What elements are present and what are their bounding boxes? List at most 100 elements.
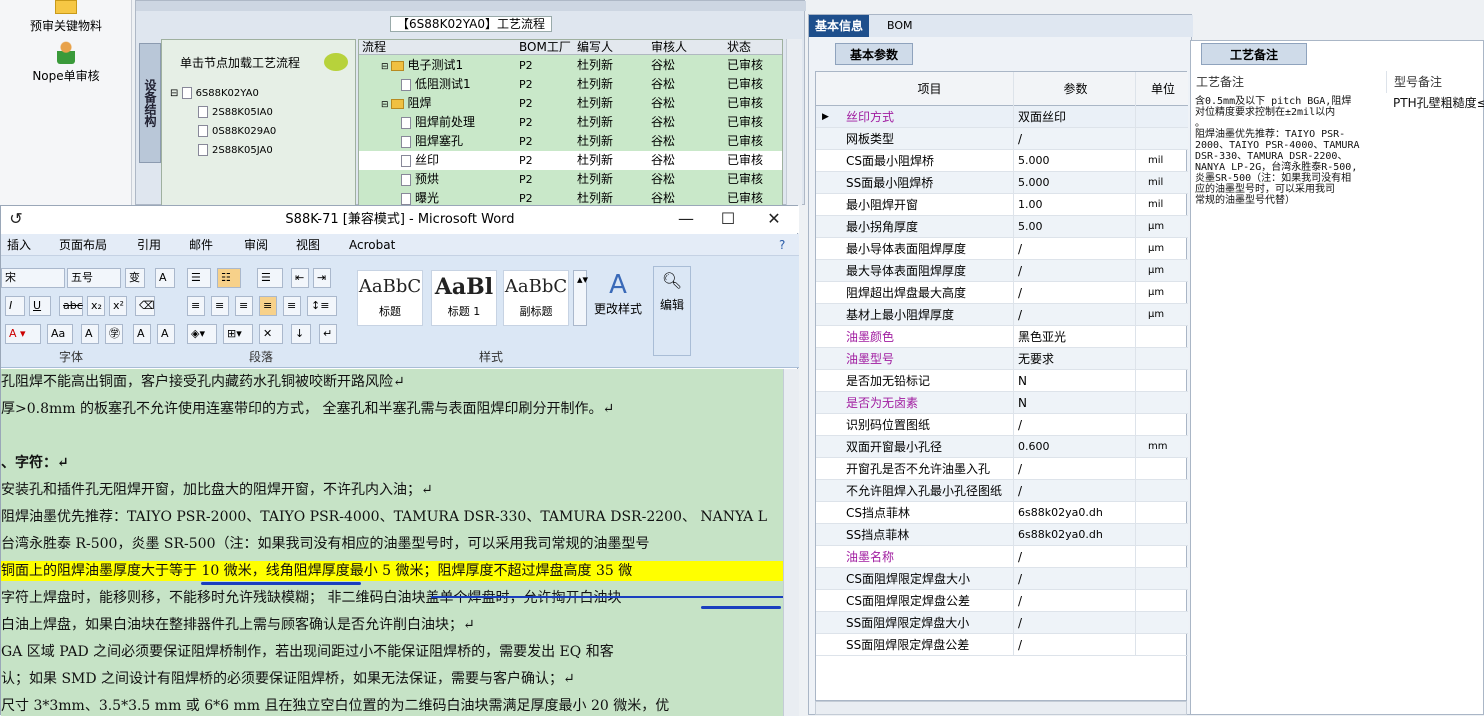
- font-name-select[interactable]: 宋: [1, 268, 65, 288]
- param-value[interactable]: 5.000: [1016, 150, 1136, 172]
- doc-paragraph[interactable]: 铜面上的阻焊油墨厚度大于等于 10 微米，线角阻焊厚度最小 5 微米；阻焊厚度不…: [1, 561, 783, 581]
- param-row[interactable]: SS面阻焊限定焊盘公差 /: [816, 634, 1188, 656]
- change-styles-button[interactable]: A 更改样式: [593, 270, 643, 317]
- col-author[interactable]: 编写人: [577, 40, 613, 55]
- param-value[interactable]: 6s88k02ya0.dh: [1016, 502, 1136, 524]
- show-marks-icon[interactable]: ↵: [319, 324, 337, 344]
- italic-button[interactable]: I: [5, 296, 25, 316]
- param-value[interactable]: /: [1016, 304, 1136, 326]
- align-right-icon[interactable]: ≡: [235, 296, 253, 316]
- param-row[interactable]: SS挡点菲林 6s88k02ya0.dh: [816, 524, 1188, 546]
- style-heading[interactable]: AaBbC 标题: [357, 270, 423, 326]
- nav-item-nope-review[interactable]: Nope单审核: [0, 40, 132, 84]
- doc-paragraph[interactable]: 台湾永胜泰 R-500，炎墨 SR-500（注：如果我司没有相应的油墨型号时，可…: [1, 534, 783, 554]
- col-param[interactable]: 参数: [1016, 72, 1136, 106]
- param-row[interactable]: 是否为无卤素 N: [816, 392, 1188, 414]
- flow-row[interactable]: ⊟ 电子测试1 P2 杜列新 谷松 已审核: [359, 56, 782, 75]
- col-model-notes[interactable]: 型号备注: [1389, 71, 1484, 93]
- shading-icon[interactable]: ◈▾: [187, 324, 217, 344]
- param-row[interactable]: 识别码位置图纸 /: [816, 414, 1188, 436]
- clear-format-icon[interactable]: ⌫: [135, 296, 155, 316]
- minimize-button[interactable]: —: [671, 208, 701, 230]
- param-value[interactable]: 双面丝印: [1016, 106, 1136, 128]
- param-value[interactable]: /: [1016, 128, 1136, 150]
- align-center-icon[interactable]: ≡: [211, 296, 229, 316]
- tab-process-notes[interactable]: 工艺备注: [1201, 43, 1308, 65]
- bullets-icon[interactable]: ☰: [187, 268, 211, 288]
- param-value[interactable]: N: [1016, 392, 1136, 414]
- param-value[interactable]: 黑色亚光: [1016, 326, 1136, 348]
- param-value[interactable]: 5.00: [1016, 216, 1136, 238]
- doc-paragraph[interactable]: 字符上焊盘时，能移则移，不能移时允许残缺模糊； 非二维码白油块盖单个焊盘时，允许…: [1, 588, 783, 608]
- process-note-text[interactable]: 含0.5mm及以下 pitch BGA,阻焊 对位精度要求控制在±2mil以内 …: [1195, 96, 1385, 206]
- doc-paragraph[interactable]: 安装孔和插件孔无阻焊开窗，加比盘大的阻焊开窗，不许孔内入油；↵: [1, 480, 783, 500]
- phonetic-icon[interactable]: 变: [125, 268, 145, 288]
- param-row[interactable]: 网板类型 /: [816, 128, 1188, 150]
- col-reviewer[interactable]: 审核人: [651, 40, 687, 55]
- chinese-layout-icon[interactable]: ✕: [259, 324, 283, 344]
- param-row[interactable]: SS面最小阻焊桥 5.000 mil: [816, 172, 1188, 194]
- param-row[interactable]: 油墨颜色 黑色亚光: [816, 326, 1188, 348]
- maximize-button[interactable]: ☐: [713, 208, 743, 230]
- numbering-icon[interactable]: ☷: [217, 268, 241, 288]
- borders-icon[interactable]: ⊞▾: [223, 324, 253, 344]
- param-value[interactable]: /: [1016, 568, 1136, 590]
- char-border-icon[interactable]: A: [155, 268, 175, 288]
- flow-row[interactable]: ⊟ 阻焊 P2 杜列新 谷松 已审核: [359, 94, 782, 113]
- line-spacing-icon[interactable]: ↕≡: [307, 296, 337, 316]
- style-subtitle[interactable]: AaBbC 副标题: [503, 270, 569, 326]
- flow-row[interactable]: 阻焊前处理 P2 杜列新 谷松 已审核: [359, 113, 782, 132]
- doc-paragraph[interactable]: 尺寸 3*3mm、3.5*3.5 mm 或 6*6 mm 且在独立空白位置的为二…: [1, 696, 783, 716]
- param-row[interactable]: CS面阻焊限定焊盘公差 /: [816, 590, 1188, 612]
- param-value[interactable]: 5.000: [1016, 172, 1136, 194]
- param-row[interactable]: CS挡点菲林 6s88k02ya0.dh: [816, 502, 1188, 524]
- doc-paragraph[interactable]: 孔阻焊不能高出铜面，客户接受孔内藏药水孔铜被咬断开路风险↵: [1, 372, 783, 392]
- tab-insert[interactable]: 插入: [7, 234, 31, 256]
- param-value[interactable]: N: [1016, 370, 1136, 392]
- param-value[interactable]: /: [1016, 260, 1136, 282]
- param-row[interactable]: 阻焊超出焊盘最大高度 / μm: [816, 282, 1188, 304]
- param-value[interactable]: 1.00: [1016, 194, 1136, 216]
- param-row[interactable]: 不允许阻焊入孔最小孔径图纸 /: [816, 480, 1188, 502]
- close-button[interactable]: ✕: [759, 208, 789, 230]
- grid-hscrollbar[interactable]: [815, 701, 1187, 715]
- param-row[interactable]: 基材上最小阻焊厚度 / μm: [816, 304, 1188, 326]
- subscript-button[interactable]: x₂: [87, 296, 105, 316]
- flow-row[interactable]: 预烘 P2 杜列新 谷松 已审核: [359, 170, 782, 189]
- param-row[interactable]: SS面阻焊限定焊盘大小 /: [816, 612, 1188, 634]
- decrease-indent-icon[interactable]: ⇤: [291, 268, 309, 288]
- flow-scrollbar[interactable]: [786, 39, 802, 206]
- param-row[interactable]: 是否加无铅标记 N: [816, 370, 1188, 392]
- collapse-icon[interactable]: ⊟: [381, 62, 389, 72]
- param-row[interactable]: 最小拐角厚度 5.00 μm: [816, 216, 1188, 238]
- doc-paragraph[interactable]: 阻焊油墨优先推荐：TAIYO PSR-2000、TAIYO PSR-4000、T…: [1, 507, 783, 527]
- tab-basic-params[interactable]: 基本参数: [835, 43, 914, 65]
- model-note-text[interactable]: PTH孔壁粗糙度≤: [1393, 96, 1484, 110]
- strikethrough-button[interactable]: abc: [59, 296, 83, 316]
- param-value[interactable]: /: [1016, 546, 1136, 568]
- tab-view[interactable]: 视图: [296, 234, 320, 256]
- enclose-char-icon[interactable]: ㊫: [105, 324, 123, 344]
- panel-handle[interactable]: [136, 1, 806, 11]
- tab-basic-info[interactable]: 基本信息: [809, 15, 870, 37]
- tab-layout[interactable]: 页面布局: [59, 234, 107, 256]
- multilevel-icon[interactable]: ☰: [257, 268, 283, 288]
- increase-indent-icon[interactable]: ⇥: [313, 268, 331, 288]
- col-item[interactable]: 项目: [846, 72, 1014, 106]
- flow-row[interactable]: 阻焊塞孔 P2 杜列新 谷松 已审核: [359, 132, 782, 151]
- col-bom-plant[interactable]: BOM工厂: [519, 40, 571, 55]
- edit-button[interactable]: 🔍︎ 编辑: [653, 266, 691, 356]
- param-value[interactable]: /: [1016, 282, 1136, 304]
- char-shading-icon[interactable]: A: [81, 324, 99, 344]
- tab-acrobat[interactable]: Acrobat: [349, 234, 395, 256]
- flow-row[interactable]: 曝光 P2 杜列新 谷松 已审核: [359, 189, 782, 205]
- param-row[interactable]: 最小阻焊开窗 1.00 mil: [816, 194, 1188, 216]
- param-row[interactable]: 最大导体表面阻焊厚度 / μm: [816, 260, 1188, 282]
- change-case-button[interactable]: Aa: [47, 324, 73, 344]
- grow-font-icon[interactable]: A: [133, 324, 151, 344]
- align-left-icon[interactable]: ≡: [187, 296, 205, 316]
- tree-node[interactable]: 2S88K05JA0: [198, 141, 273, 160]
- section-heading[interactable]: 、字符：↵: [1, 453, 783, 473]
- tab-device-structure[interactable]: 设备结构: [139, 43, 161, 163]
- styles-scroll[interactable]: ▴▾: [573, 270, 588, 326]
